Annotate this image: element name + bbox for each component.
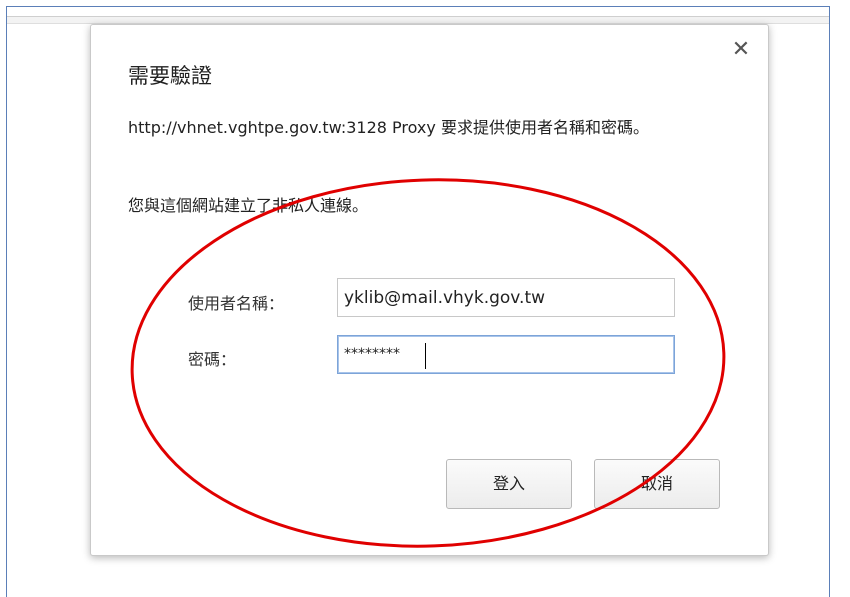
cancel-button[interactable]: 取消	[594, 459, 720, 509]
dialog-title: 需要驗證	[128, 64, 212, 88]
username-label: 使用者名稱：	[188, 294, 285, 313]
page-content-strip	[7, 16, 829, 24]
password-label: 密碼：	[188, 350, 237, 369]
proxy-message: http://vhnet.vghtpe.gov.tw:3128 Proxy 要求…	[128, 118, 649, 137]
connection-warning: 您與這個網站建立了非私人連線。	[128, 196, 369, 215]
auth-dialog: ✕ 需要驗證 http://vhnet.vghtpe.gov.tw:3128 P…	[90, 24, 769, 556]
login-button[interactable]: 登入	[446, 459, 572, 509]
username-input[interactable]	[337, 278, 675, 317]
password-masked-value: ********	[344, 346, 400, 362]
close-icon[interactable]: ✕	[728, 37, 754, 63]
text-caret	[425, 343, 426, 369]
